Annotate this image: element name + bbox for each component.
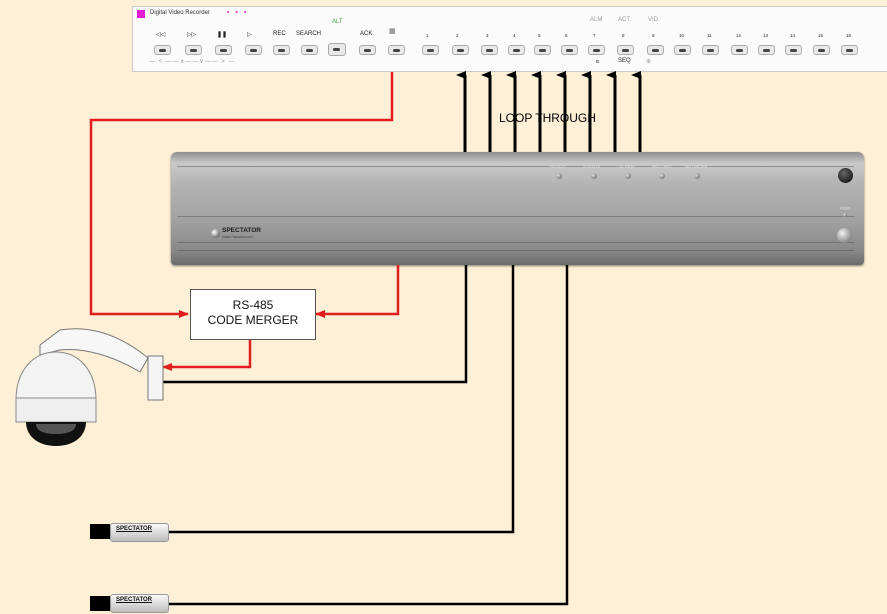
camera-brand-label: SPECTATOR bbox=[116, 597, 153, 603]
camera-lens bbox=[90, 596, 110, 611]
loop-through-label: LOOP THROUGH bbox=[499, 111, 596, 125]
merger-line1: RS-485 bbox=[232, 298, 274, 312]
dvr-to-merger-wire bbox=[315, 265, 400, 318]
rs485-code-merger: RS-485 CODE MERGER bbox=[190, 289, 316, 340]
panel-to-merger-wire bbox=[89, 72, 394, 318]
merger-to-ptz-wire bbox=[162, 338, 252, 371]
camera-brand-label: SPECTATOR bbox=[116, 526, 153, 532]
ptz-dome-camera bbox=[15, 328, 164, 446]
merger-line2: CODE MERGER bbox=[207, 313, 299, 327]
wiring-lines bbox=[15, 71, 642, 606]
camera-lens bbox=[90, 524, 110, 539]
wiring-diagram: Digital Video Recorder ▪ ▪ ▪ ◁◁ ▷▷ ❚❚ ▷ … bbox=[0, 0, 887, 614]
